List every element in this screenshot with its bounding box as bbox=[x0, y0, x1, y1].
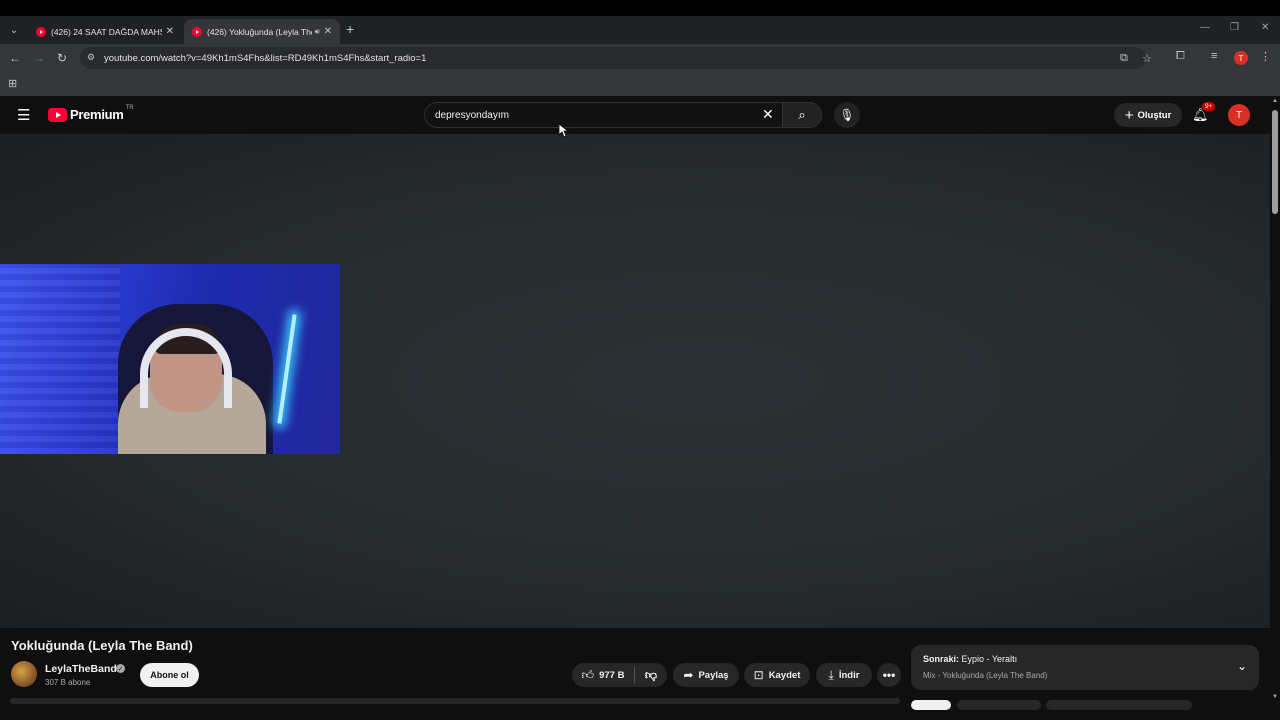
search-button[interactable]: ⌕ bbox=[782, 102, 822, 128]
chip[interactable] bbox=[957, 700, 1041, 710]
minimize-icon[interactable]: — bbox=[1200, 22, 1210, 33]
apps-grid-icon[interactable]: ⊞ bbox=[8, 77, 17, 90]
like-dislike-group: 👍︎ 977 B 👎︎ bbox=[572, 663, 667, 687]
scroll-down-arrow-icon[interactable]: ▼ bbox=[1272, 694, 1278, 700]
youtube-premium-logo[interactable]: Premium TR bbox=[48, 104, 134, 122]
menu-hamburger-icon[interactable]: ☰ bbox=[17, 108, 30, 123]
restore-icon[interactable]: ❐ bbox=[1230, 22, 1239, 33]
channel-avatar[interactable] bbox=[11, 661, 37, 687]
youtube-favicon-icon bbox=[36, 26, 46, 37]
speaker-icon[interactable]: 🔊︎ bbox=[315, 27, 320, 37]
like-count: 977 B bbox=[599, 669, 625, 681]
save-label: Kaydet bbox=[768, 669, 801, 681]
download-icon: ⤓ bbox=[828, 667, 834, 682]
download-label: İndir bbox=[838, 669, 860, 681]
download-button[interactable]: ⤓ İndir bbox=[816, 663, 872, 687]
tab-search-icon[interactable]: ⌄ bbox=[6, 22, 22, 38]
site-info-icon[interactable]: ⚙︎ bbox=[87, 52, 95, 63]
address-bar: ← → ↻ ⚙︎ youtube.com/watch?v=49Kh1mS4Fhs… bbox=[0, 44, 1280, 72]
install-icon[interactable]: ⧉ bbox=[1120, 52, 1128, 65]
tab-title: (426) 24 SAAT DAĞDA MAHSUR bbox=[51, 26, 162, 37]
tab-close-icon[interactable]: ✕ bbox=[166, 26, 174, 37]
logo-text: Premium bbox=[70, 107, 124, 122]
voice-search-button[interactable]: 🎙︎ bbox=[834, 102, 860, 128]
tab-title: (426) Yokluğunda (Leyla The bbox=[207, 26, 312, 37]
up-next-prefix: Sonraki: bbox=[923, 654, 960, 664]
youtube-play-logo-icon bbox=[48, 107, 67, 122]
tab-close-icon[interactable]: ✕ bbox=[324, 26, 332, 37]
url-field[interactable]: ⚙︎ youtube.com/watch?v=49Kh1mS4Fhs&list=… bbox=[80, 47, 1152, 69]
reload-icon[interactable]: ↻ bbox=[57, 50, 67, 66]
tab-bar: ⌄ (426) 24 SAAT DAĞDA MAHSUR ✕ (426) Yok… bbox=[0, 16, 1280, 44]
browser-menu-icon[interactable]: ⋮ bbox=[1260, 50, 1271, 63]
more-actions-button[interactable]: ••• bbox=[877, 663, 901, 687]
tab-1[interactable]: (426) 24 SAAT DAĞDA MAHSUR ✕ bbox=[28, 19, 182, 44]
share-label: Paylaş bbox=[698, 669, 729, 681]
scrollbar-thumb[interactable] bbox=[1272, 110, 1278, 214]
country-code: TR bbox=[125, 104, 134, 111]
like-button[interactable]: 👍︎ 977 B bbox=[572, 663, 634, 687]
up-next-title: Eypio - Yeraltı bbox=[961, 654, 1018, 664]
verified-check-icon: ✓ bbox=[116, 664, 125, 673]
chip-active[interactable] bbox=[911, 700, 951, 710]
subscribe-button[interactable]: Abone ol bbox=[140, 663, 199, 687]
close-window-icon[interactable]: ✕ bbox=[1261, 22, 1269, 33]
youtube-header: ☰ Premium TR depresyondayım ✕ ⌕ 🎙︎ + Olu… bbox=[0, 96, 1270, 134]
create-button[interactable]: + Oluştur bbox=[1114, 103, 1182, 127]
chip[interactable] bbox=[1046, 700, 1192, 710]
forward-icon[interactable]: → bbox=[33, 50, 45, 66]
more-horizontal-icon: ••• bbox=[882, 668, 896, 682]
bookmarks-bar: ⊞ bbox=[0, 72, 1280, 96]
plus-icon: + bbox=[1124, 106, 1134, 124]
dislike-button[interactable]: 👎︎ bbox=[635, 663, 667, 687]
search-icon: ⌕ bbox=[798, 107, 806, 122]
save-button[interactable]: ⊡ Kaydet bbox=[744, 663, 810, 687]
up-next-line: Sonraki: Eypio - Yeraltı bbox=[923, 654, 1017, 664]
extensions-icon[interactable]: ⧠ bbox=[1176, 50, 1185, 63]
youtube-favicon-icon bbox=[192, 26, 202, 37]
scroll-up-arrow-icon[interactable]: ▲ bbox=[1272, 98, 1278, 104]
profile-avatar[interactable]: T bbox=[1234, 51, 1248, 65]
bookmark-star-icon[interactable]: ☆ bbox=[1142, 52, 1152, 65]
tab-2-active[interactable]: (426) Yokluğunda (Leyla The 🔊︎ ✕ bbox=[184, 19, 340, 44]
url-text: youtube.com/watch?v=49Kh1mS4Fhs&list=RD4… bbox=[104, 52, 427, 64]
thumbs-up-icon: 👍︎ bbox=[581, 667, 595, 682]
chevron-down-icon[interactable]: ⌄ bbox=[1237, 659, 1247, 673]
thumbs-down-icon: 👎︎ bbox=[644, 667, 658, 682]
subscriber-count: 307 B abone bbox=[45, 678, 91, 687]
media-control-icon[interactable]: ≡ bbox=[1211, 50, 1217, 62]
share-arrow-icon: ➦ bbox=[683, 668, 694, 682]
back-icon[interactable]: ← bbox=[9, 50, 21, 66]
account-avatar[interactable]: T bbox=[1228, 104, 1250, 126]
bookmark-icon: ⊡ bbox=[753, 668, 764, 682]
up-next-panel[interactable]: Sonraki: Eypio - Yeraltı Mix - Yokluğund… bbox=[911, 645, 1259, 690]
window-top-strip bbox=[0, 0, 1280, 16]
clear-search-icon[interactable]: ✕ bbox=[762, 105, 774, 123]
video-title: Yokluğunda (Leyla The Band) bbox=[11, 638, 193, 653]
microphone-icon: 🎙︎ bbox=[839, 108, 855, 122]
search-input[interactable]: depresyondayım bbox=[424, 102, 782, 128]
create-label: Oluştur bbox=[1137, 109, 1172, 121]
webcam-overlay bbox=[0, 264, 340, 454]
channel-name[interactable]: LeylaTheBand bbox=[45, 663, 117, 675]
notification-badge: 9+ bbox=[1202, 102, 1216, 111]
up-next-playlist: Mix - Yokluğunda (Leyla The Band) bbox=[923, 671, 1048, 680]
new-tab-icon[interactable]: + bbox=[346, 22, 354, 36]
share-button[interactable]: ➦ Paylaş bbox=[673, 663, 739, 687]
description-box-edge bbox=[10, 698, 900, 704]
